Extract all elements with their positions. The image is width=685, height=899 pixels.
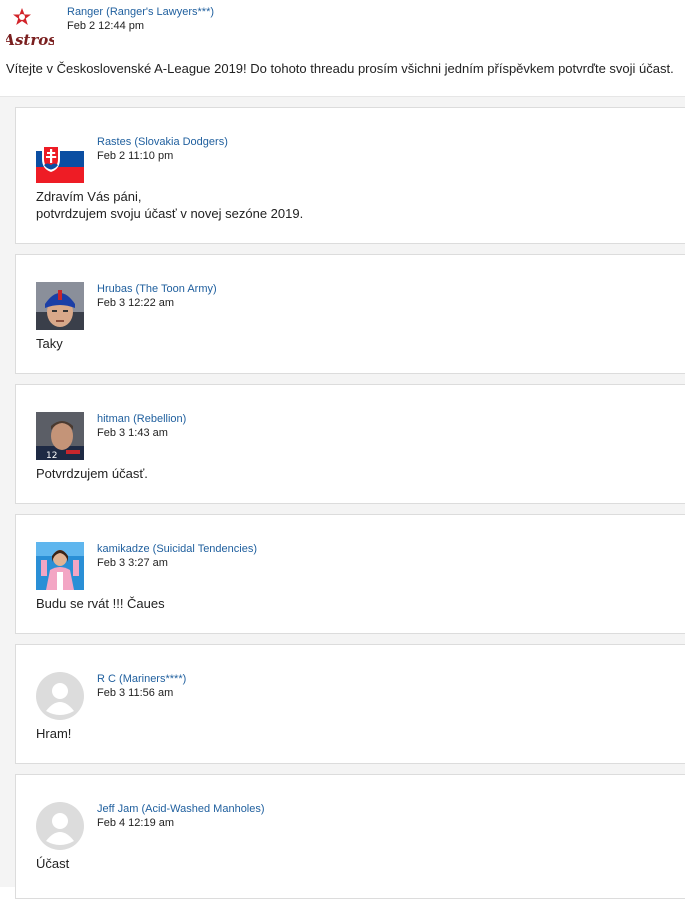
reply-message-line: Účast: [36, 856, 70, 871]
reply-username-link[interactable]: Hrubas: [97, 283, 132, 295]
slovakia-flag-avatar-icon[interactable]: [36, 135, 84, 183]
svg-text:12: 12: [46, 451, 57, 460]
football-player-avatar-icon[interactable]: 12: [36, 412, 84, 460]
default-user-avatar-icon[interactable]: [36, 802, 84, 850]
reply-date: Feb 3 11:56 am: [97, 687, 174, 699]
reply-message-line: Budu se rvát !!! Čaues: [36, 596, 165, 611]
reply-username-link[interactable]: Jeff Jam: [97, 803, 138, 815]
reply-header: hitman (Rebellion) Feb 3 1:43 am: [97, 413, 187, 439]
original-post: Astros Ranger (Ranger's Lawyers***) Feb …: [0, 0, 685, 97]
woman-photo-avatar-icon[interactable]: [36, 542, 84, 590]
reply-post: kamikadze (Suicidal Tendencies) Feb 3 3:…: [15, 514, 685, 634]
op-username-link[interactable]: Ranger: [67, 6, 103, 18]
reply-username-link[interactable]: Rastes: [97, 136, 131, 148]
reply-message: Zdravím Vás páni, potvrdzujem svoju účas…: [36, 188, 303, 222]
reply-date: Feb 2 11:10 pm: [97, 150, 174, 162]
reply-date: Feb 4 12:19 am: [97, 817, 175, 829]
reply-message: Hram!: [36, 725, 71, 742]
reply-username-link[interactable]: R C: [97, 673, 116, 685]
reply-message-line: Taky: [36, 336, 63, 351]
reply-team-link[interactable]: Rebellion: [137, 413, 183, 425]
reply-header: kamikadze (Suicidal Tendencies) Feb 3 3:…: [97, 543, 258, 569]
reply-message-line: Hram!: [36, 726, 72, 741]
hockey-player-avatar-icon[interactable]: [36, 282, 84, 330]
reply-date: Feb 3 3:27 am: [97, 557, 168, 569]
reply-header: R C (Mariners****) Feb 3 11:56 am: [97, 673, 187, 699]
reply-username-link[interactable]: kamikadze: [97, 543, 150, 555]
reply-date: Feb 3 12:22 am: [97, 297, 175, 309]
reply-team-link[interactable]: Slovakia Dodgers: [138, 136, 224, 148]
reply-team-link[interactable]: The Toon Army: [139, 283, 213, 295]
op-header: Ranger (Ranger's Lawyers***) Feb 2 12:44…: [67, 6, 215, 32]
reply-message: Potvrdzujem účasť.: [36, 465, 148, 482]
op-team-link[interactable]: Ranger's Lawyers***: [110, 6, 211, 18]
reply-team-link[interactable]: Acid-Washed Manholes: [145, 803, 261, 815]
reply-post: Jeff Jam (Acid-Washed Manholes) Feb 4 12…: [15, 774, 685, 899]
reply-header: Jeff Jam (Acid-Washed Manholes) Feb 4 12…: [97, 803, 265, 829]
reply-header: Rastes (Slovakia Dodgers) Feb 2 11:10 pm: [97, 136, 228, 162]
reply-post: Rastes (Slovakia Dodgers) Feb 2 11:10 pm…: [15, 107, 685, 244]
reply-team-link[interactable]: Mariners****: [123, 673, 183, 685]
logo-wordmark: Astros: [6, 31, 54, 49]
reply-post: 12 hitman (Rebellion) Feb 3 1:43 am Potv…: [15, 384, 685, 504]
reply-team-link[interactable]: Suicidal Tendencies: [156, 543, 253, 555]
op-message: Vítejte v Československé A-League 2019! …: [6, 61, 674, 76]
reply-header: Hrubas (The Toon Army) Feb 3 12:22 am: [97, 283, 217, 309]
reply-message-line: potvrdzujem svoju účasť v novej sezóne 2…: [36, 206, 304, 221]
reply-post: R C (Mariners****) Feb 3 11:56 am Hram!: [15, 644, 685, 764]
reply-post: Hrubas (The Toon Army) Feb 3 12:22 am Ta…: [15, 254, 685, 374]
reply-message: Budu se rvát !!! Čaues: [36, 595, 165, 612]
replies-list: Rastes (Slovakia Dodgers) Feb 2 11:10 pm…: [0, 97, 685, 899]
reply-message-line: Zdravím Vás páni,: [36, 189, 142, 204]
reply-date: Feb 3 1:43 am: [97, 427, 168, 439]
reply-message-line: Potvrdzujem účasť.: [36, 466, 148, 481]
reply-username-link[interactable]: hitman: [97, 413, 130, 425]
astros-logo-icon[interactable]: Astros: [1, 6, 57, 54]
reply-message: Účast: [36, 855, 69, 872]
op-date: Feb 2 12:44 pm: [67, 20, 145, 32]
reply-message: Taky: [36, 335, 63, 352]
default-user-avatar-icon[interactable]: [36, 672, 84, 720]
